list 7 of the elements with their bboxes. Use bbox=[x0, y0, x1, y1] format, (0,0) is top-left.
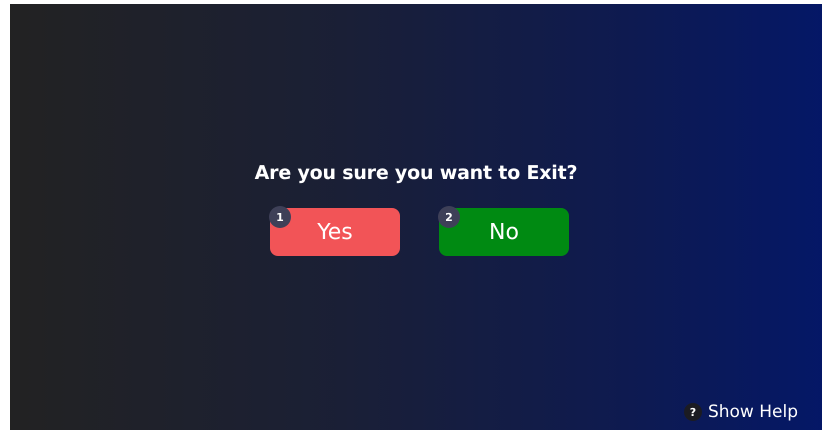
help-key-icon: ? bbox=[684, 403, 702, 421]
exit-question: Are you sure you want to Exit? bbox=[254, 162, 578, 184]
answer-button[interactable]: 2 No bbox=[439, 208, 569, 256]
shortcut-badge: 2 bbox=[438, 206, 460, 228]
shortcut-badge: 1 bbox=[269, 206, 291, 228]
show-help-label[interactable]: Show Help bbox=[708, 402, 798, 422]
answer-button[interactable]: 1 Yes bbox=[270, 208, 400, 256]
